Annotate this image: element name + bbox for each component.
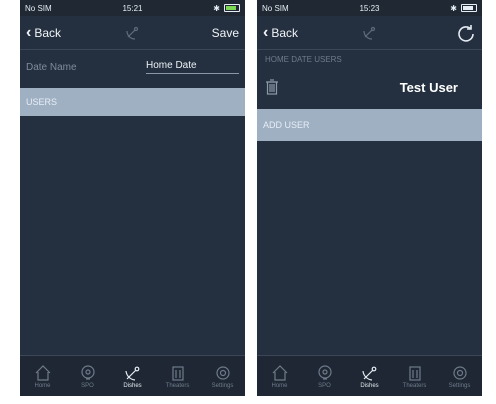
tab-dishes[interactable]: Dishes [349, 363, 391, 389]
chevron-left-icon: ‹ [263, 23, 269, 41]
refresh-icon[interactable] [456, 23, 476, 43]
tab-label: SPO [81, 383, 94, 389]
building-icon [408, 366, 421, 381]
trash-icon[interactable] [265, 78, 279, 96]
home-date-users-label: HOME DATE USERS [257, 51, 482, 67]
battery-icon [461, 4, 477, 12]
right-phone-screen: No SIM 15:23 ✱ ‹ Back HOME DATE USERS Te… [257, 0, 482, 396]
chevron-left-icon: ‹ [26, 23, 32, 41]
date-name-input[interactable]: Home Date [146, 60, 239, 74]
battery-icon [224, 4, 240, 12]
gear-icon [215, 366, 230, 380]
nav-bar: ‹ Back [257, 16, 482, 50]
back-label: Back [34, 25, 62, 40]
tab-bar: Home SPO Dishes Theaters Settings [20, 355, 245, 396]
tab-label: Theaters [165, 383, 190, 389]
status-time: 15:23 [359, 3, 380, 13]
status-bar: No SIM 15:21 ✱ [20, 0, 245, 16]
tab-label: Dishes [123, 383, 142, 389]
section-label: HOME DATE USERS [265, 54, 342, 64]
date-name-row: Date Name Home Date [20, 55, 245, 79]
save-button[interactable]: Save [212, 26, 239, 40]
users-section-header: USERS [20, 88, 245, 116]
tab-label: Theaters [402, 383, 427, 389]
house-icon [35, 365, 50, 381]
tab-home[interactable]: Home [22, 363, 64, 389]
users-header-label: USERS [26, 97, 58, 107]
status-icons: ✱ [213, 4, 240, 13]
tab-label: Settings [211, 383, 234, 389]
tab-label: Home [34, 383, 51, 389]
tab-settings[interactable]: Settings [202, 363, 244, 389]
back-button[interactable]: ‹ Back [26, 23, 62, 41]
tab-label: Settings [448, 383, 471, 389]
tab-dishes[interactable]: Dishes [112, 363, 154, 389]
left-phone-screen: No SIM 15:21 ✱ ‹ Back Save Date Name Hom… [20, 0, 245, 396]
status-icons: ✱ [450, 4, 477, 13]
satellite-dish-icon [124, 366, 139, 381]
tab-settings[interactable]: Settings [439, 363, 481, 389]
tab-spo[interactable]: SPO [304, 363, 346, 389]
tab-theaters[interactable]: Theaters [394, 363, 436, 389]
bluetooth-icon: ✱ [450, 3, 457, 13]
back-label: Back [271, 25, 299, 40]
face-icon [80, 365, 95, 380]
carrier-label: No SIM [262, 3, 289, 13]
user-name: Test User [399, 79, 458, 95]
user-row[interactable]: Test User [257, 67, 482, 107]
tab-label: SPO [318, 383, 331, 389]
back-button[interactable]: ‹ Back [263, 23, 299, 41]
satellite-dish-icon [125, 26, 138, 40]
bluetooth-icon: ✱ [213, 3, 220, 13]
add-user-label: ADD USER [263, 120, 310, 130]
building-icon [171, 366, 184, 381]
status-time: 15:21 [122, 3, 143, 13]
gear-icon [452, 366, 467, 380]
face-icon [317, 365, 332, 380]
tab-home[interactable]: Home [259, 363, 301, 389]
tab-spo[interactable]: SPO [67, 363, 109, 389]
tab-bar: Home SPO Dishes Theaters Settings [257, 355, 482, 396]
add-user-button[interactable]: ADD USER [257, 109, 482, 141]
tab-label: Home [271, 383, 288, 389]
tab-theaters[interactable]: Theaters [157, 363, 199, 389]
satellite-dish-icon [362, 26, 375, 40]
house-icon [272, 365, 287, 381]
nav-bar: ‹ Back Save [20, 16, 245, 50]
tab-label: Dishes [360, 383, 379, 389]
carrier-label: No SIM [25, 3, 52, 13]
status-bar: No SIM 15:23 ✱ [257, 0, 482, 16]
date-name-label: Date Name [26, 61, 77, 73]
satellite-dish-icon [361, 366, 376, 381]
